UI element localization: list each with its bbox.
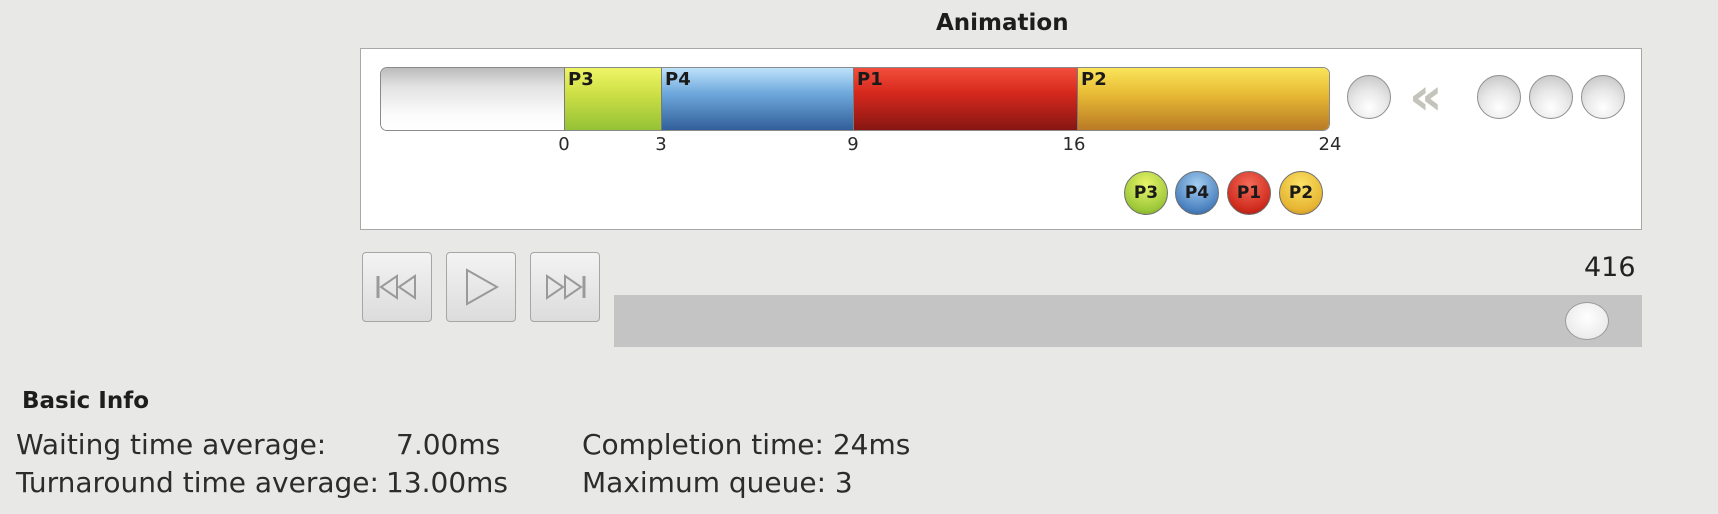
basic-info-title: Basic Info	[22, 388, 150, 414]
gantt-segment-p3: P3	[564, 68, 661, 130]
waiting-time-label: Waiting time average:	[16, 428, 327, 461]
segment-label: P1	[857, 69, 883, 90]
segment-label: P2	[1081, 69, 1107, 90]
queue-slot	[1477, 75, 1521, 119]
gantt-segment-p1: P1	[853, 68, 1077, 130]
tick-label: 3	[655, 134, 667, 155]
slider-knob[interactable]	[1564, 302, 1609, 340]
legend-p4: P4	[1175, 171, 1219, 215]
queue-slot	[1529, 75, 1573, 119]
legend-label: P4	[1184, 183, 1210, 203]
queue-slot	[1581, 75, 1625, 119]
waiting-time-value: 7.00ms	[396, 428, 501, 461]
gantt-segment-p4: P4	[661, 68, 853, 130]
segment-label: P3	[568, 69, 594, 90]
gantt-empty-area	[381, 68, 564, 130]
rewind-icon: «	[1409, 67, 1443, 127]
animation-title: Animation	[936, 10, 1069, 36]
gantt-segment-p2: P2	[1077, 68, 1329, 130]
maximum-queue: Maximum queue: 3	[582, 466, 853, 499]
slider-value: 416	[1584, 252, 1636, 283]
skip-to-start-icon	[376, 274, 416, 300]
play-icon	[466, 268, 500, 306]
skip-to-start-button[interactable]	[362, 252, 432, 322]
skip-to-end-button[interactable]	[530, 252, 600, 322]
skip-to-end-icon	[546, 274, 586, 300]
legend-label: P2	[1288, 183, 1314, 203]
legend-p3: P3	[1124, 171, 1168, 215]
legend-label: P1	[1236, 183, 1262, 203]
tick-label: 0	[558, 134, 570, 155]
turnaround-time-value: 13.00ms	[386, 466, 509, 499]
legend-label: P3	[1133, 183, 1159, 203]
tick-label: 9	[847, 134, 859, 155]
legend-p2: P2	[1279, 171, 1323, 215]
play-button[interactable]	[446, 252, 516, 322]
tick-label: 24	[1318, 134, 1342, 155]
animation-slider[interactable]	[614, 295, 1642, 347]
animation-panel: P3 P4 P1 P2 0 3 9 16 24 « P3 P4 P1 P2	[360, 48, 1642, 230]
segment-label: P4	[665, 69, 691, 90]
legend-p1: P1	[1227, 171, 1271, 215]
queue-slot	[1347, 75, 1391, 119]
turnaround-time-label: Turnaround time average:	[16, 466, 379, 499]
tick-label: 16	[1062, 134, 1086, 155]
gantt-chart: P3 P4 P1 P2	[380, 67, 1330, 131]
completion-time: Completion time: 24ms	[582, 428, 911, 461]
